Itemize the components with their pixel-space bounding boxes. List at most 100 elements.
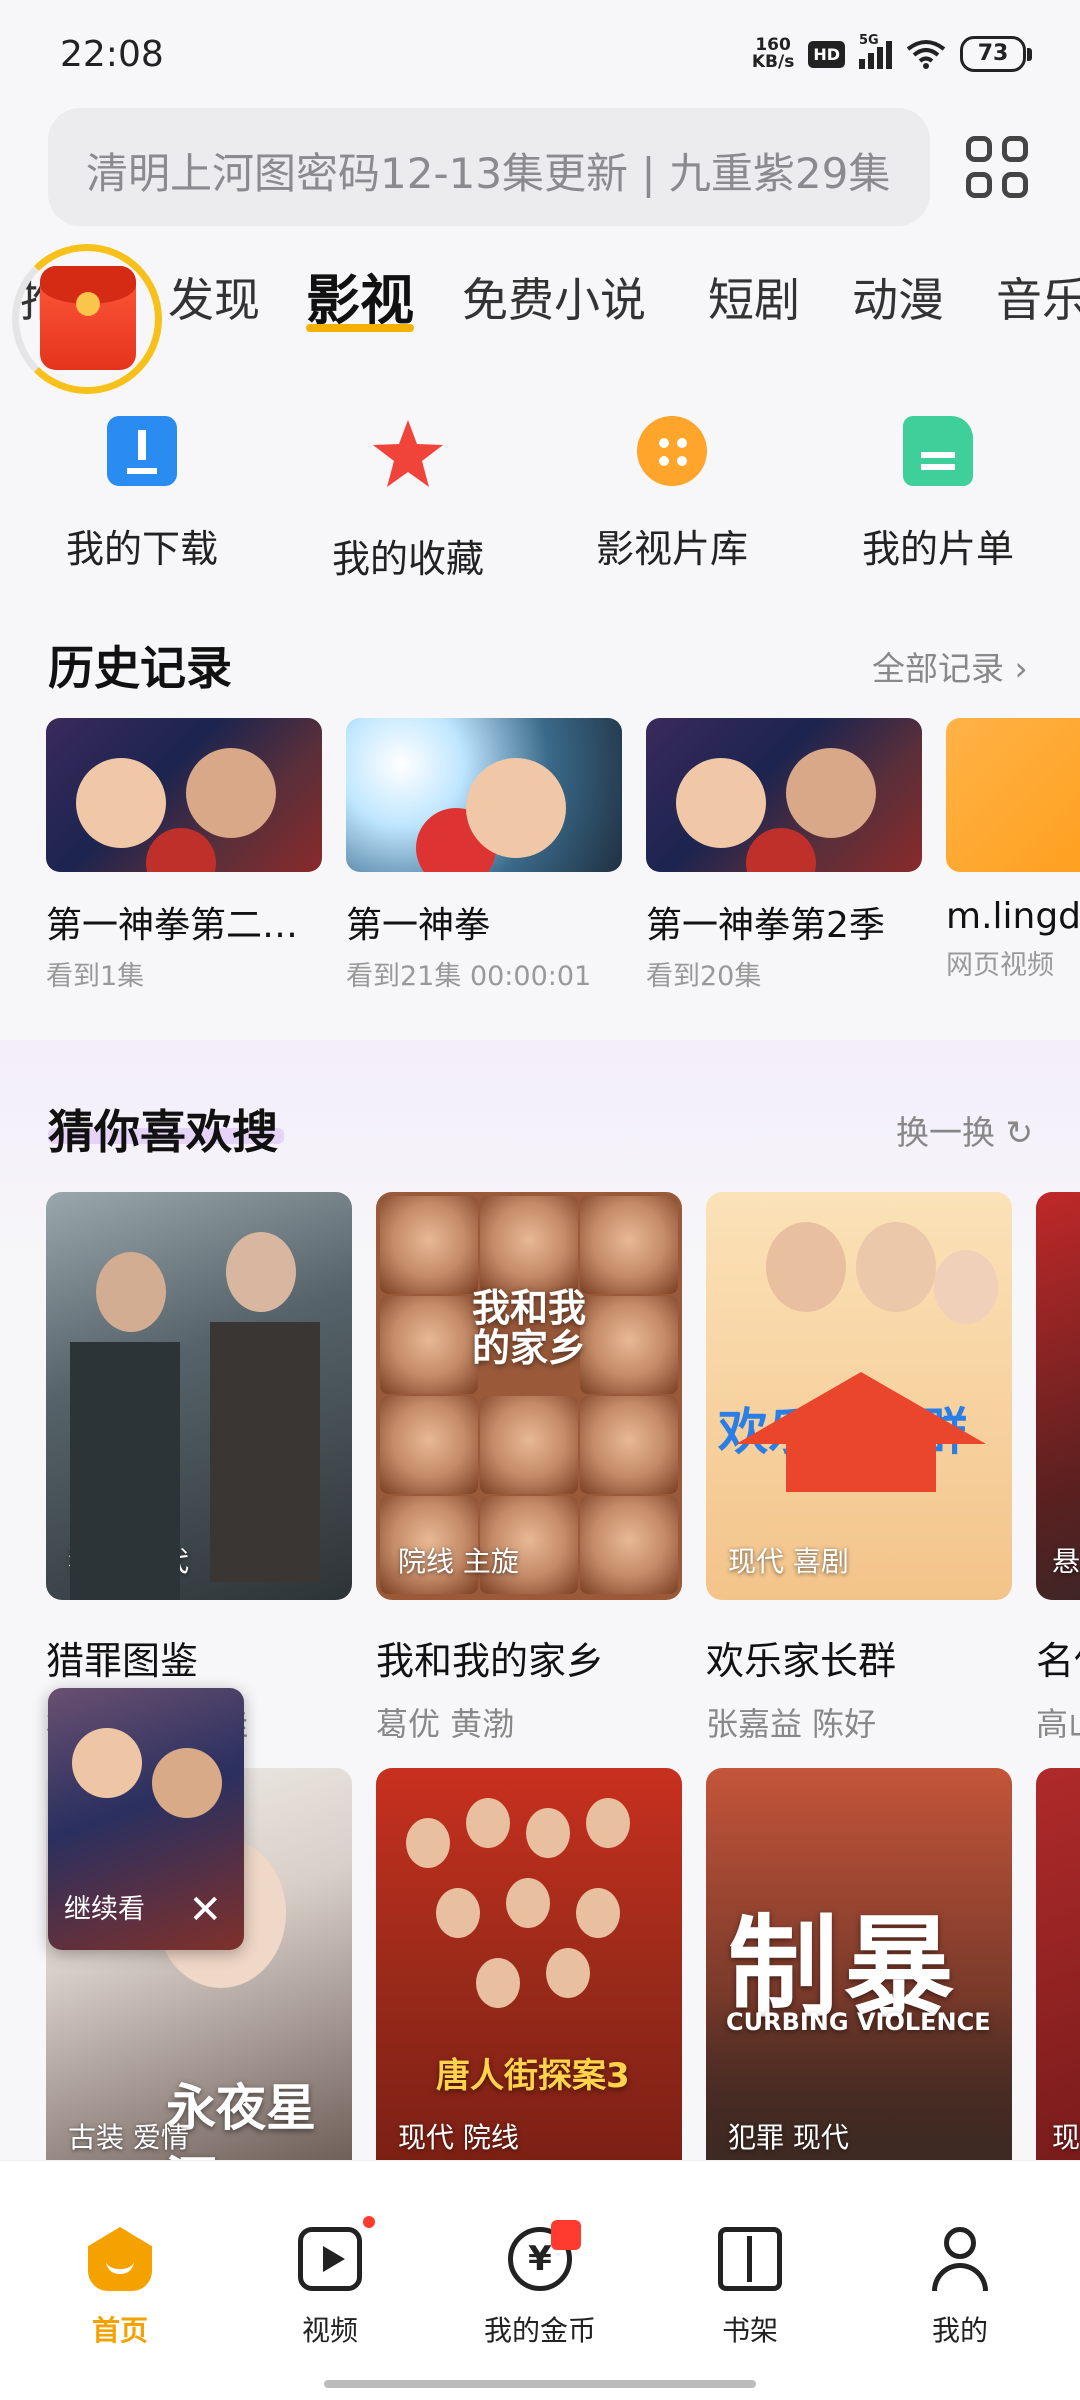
poster-tag: 古装 爱情 [68, 2121, 189, 2154]
battery-icon: 73 [960, 36, 1032, 72]
nav-video[interactable]: 视频 [240, 2216, 420, 2349]
network-type: 5G [859, 33, 879, 48]
red-packet-icon[interactable] [40, 266, 136, 370]
poster-tag: 现代 院线 [398, 2121, 519, 2154]
recommend-cast: 葛优 黄渤 [376, 1705, 515, 1743]
battery-level: 73 [977, 41, 1009, 66]
nav-coins[interactable]: ¥ 我的金币 [450, 2220, 630, 2349]
recommend-title-text: 欢乐家长群 [706, 1639, 897, 1683]
history-title: 历史记录 [48, 641, 232, 695]
poster-subtitle-art: CURBING VIOLENCE [726, 2008, 991, 2036]
home-icon [88, 2227, 152, 2291]
recommend-cast: 张嘉益 陈好 [706, 1705, 877, 1743]
poster-title-art: 唐人街探案3 [436, 2056, 630, 2096]
recommend-title: 猜你喜欢搜 [48, 1105, 278, 1159]
refresh-icon: ↻ [995, 1113, 1034, 1152]
recommend-card[interactable]: 悬 名侦 高山 [1036, 1192, 1080, 1745]
wifi-icon [906, 40, 946, 69]
search-placeholder: 清明上河图密码12-13集更新 | 九重紫29集 [86, 149, 891, 198]
bookshelf-icon [718, 2227, 782, 2291]
poster-image: 我和我的家乡 院线 主旋 [376, 1192, 682, 1600]
quick-my-playlist[interactable]: 我的片单 [838, 416, 1038, 573]
home-indicator[interactable] [324, 2380, 756, 2388]
recommend-card[interactable]: 我和我的家乡 院线 主旋 我和我的家乡 葛优 黄渤 [376, 1192, 682, 1745]
tab-music[interactable]: 音乐 [996, 264, 1080, 330]
poster-image: 制暴 CURBING VIOLENCE 犯罪 现代 [706, 1768, 1012, 2176]
tab-free-novel[interactable]: 免费小说 [462, 264, 646, 330]
poster-image: 欢乐家长群 现代 喜剧 [706, 1192, 1012, 1600]
nav-bookshelf[interactable]: 书架 [660, 2227, 840, 2349]
recommend-title-text: 我和我的家乡 [376, 1639, 605, 1683]
nav-label: 首页 [91, 2314, 148, 2347]
chevron-right-icon: › [1004, 649, 1028, 688]
nav-label: 我的金币 [483, 2314, 596, 2347]
nav-profile[interactable]: 我的 [870, 2227, 1050, 2349]
refresh-button[interactable]: 换一换 ↻ [896, 1106, 1033, 1154]
continue-watching-popup[interactable]: 继续看 ✕ [48, 1688, 244, 1950]
history-item[interactable]: m.lingdu 网页视频 [946, 718, 1080, 982]
quick-label: 我的下载 [65, 527, 218, 571]
history-thumbnail [346, 718, 622, 872]
quick-label: 我的收藏 [331, 537, 484, 581]
history-item-progress: 网页视频 [946, 950, 1054, 981]
quick-my-favorites[interactable]: 我的收藏 [308, 416, 508, 583]
poster-tag: 现代 喜剧 [728, 1545, 849, 1578]
tab-anime[interactable]: 动漫 [852, 264, 944, 330]
history-thumbnail [46, 718, 322, 872]
history-item-progress: 看到21集 00:00:01 [346, 961, 592, 992]
recommend-title-text: 名侦 [1036, 1639, 1080, 1683]
history-item[interactable]: 第一神拳 看到21集 00:00:01 [346, 718, 622, 993]
poster-image: 现 [1036, 1768, 1080, 2176]
hd-badge: HD [808, 40, 845, 68]
history-item[interactable]: 第一神拳第二… 看到1集 [46, 718, 322, 993]
history-thumbnail [646, 718, 922, 872]
tab-short-drama[interactable]: 短剧 [708, 264, 800, 330]
poster-tag: 悬 [1052, 1545, 1080, 1578]
status-icons: 160 KB/s HD 5G 73 [752, 33, 1032, 72]
category-grid-icon[interactable] [966, 136, 1028, 198]
poster-tag: 现 [1052, 2121, 1080, 2154]
quick-my-downloads[interactable]: 我的下载 [42, 416, 242, 573]
recommend-title-text: 猎罪图鉴 [46, 1639, 199, 1683]
history-item-progress: 看到1集 [46, 961, 145, 992]
bottom-navigation: 首页 视频 ¥ 我的金币 书架 我的 [0, 2160, 1080, 2400]
recommend-card[interactable]: 欢乐家长群 现代 喜剧 欢乐家长群 张嘉益 陈好 [706, 1192, 1012, 1745]
poster-image: 悬 [1036, 1192, 1080, 1600]
poster-image: 犯罪 现代 [46, 1192, 352, 1600]
poster-image: 唐人街探案3 现代 院线 [376, 1768, 682, 2176]
poster-title-art: 欢乐家长群 [718, 1403, 968, 1461]
quick-label: 我的片单 [861, 527, 1014, 571]
nav-home[interactable]: 首页 [30, 2227, 210, 2349]
nav-label: 视频 [301, 2314, 358, 2347]
recommend-card[interactable]: 唐人街探案3 现代 院线 [376, 1768, 682, 2176]
recommend-cast: 高山 [1036, 1705, 1080, 1743]
video-icon [298, 2216, 375, 2291]
history-item-progress: 看到20集 [646, 961, 762, 992]
history-item-title: 第一神拳第二… [46, 905, 299, 946]
history-all-label: 全部记录 [872, 649, 1004, 688]
recommend-card[interactable]: 犯罪 现代 猎罪图鉴 檀健次 金世佳 [46, 1192, 352, 1745]
network-speed-unit: KB/s [751, 52, 795, 72]
recommend-card[interactable]: 现 [1036, 1768, 1080, 2176]
signal-icon: 5G [859, 33, 892, 69]
history-item[interactable]: 第一神拳第2季 看到20集 [646, 718, 922, 993]
quick-film-library[interactable]: 影视片库 [572, 416, 772, 573]
close-icon[interactable]: ✕ [188, 1890, 222, 1930]
history-item-title: 第一神拳 [346, 905, 491, 946]
network-speed: 160 KB/s [752, 37, 794, 71]
history-all-link[interactable]: 全部记录 › [872, 642, 1028, 690]
history-item-title: m.lingdu [946, 896, 1080, 937]
poster-tag: 犯罪 现代 [728, 2121, 849, 2154]
recommend-card[interactable]: 制暴 CURBING VIOLENCE 犯罪 现代 [706, 1768, 1012, 2176]
playlist-icon [903, 416, 973, 486]
tab-discover[interactable]: 发现 [168, 264, 260, 330]
download-icon [107, 416, 177, 486]
poster-tag: 犯罪 现代 [68, 1545, 189, 1578]
red-packet-badge-icon [551, 2220, 581, 2250]
quick-label: 影视片库 [595, 527, 748, 571]
search-input[interactable]: 清明上河图密码12-13集更新 | 九重紫29集 [48, 108, 930, 226]
coin-glyph: ¥ [528, 2239, 552, 2279]
continue-watching-label: 继续看 [64, 1894, 145, 1925]
notification-dot [363, 2216, 375, 2228]
poster-tag: 院线 主旋 [398, 1545, 519, 1578]
